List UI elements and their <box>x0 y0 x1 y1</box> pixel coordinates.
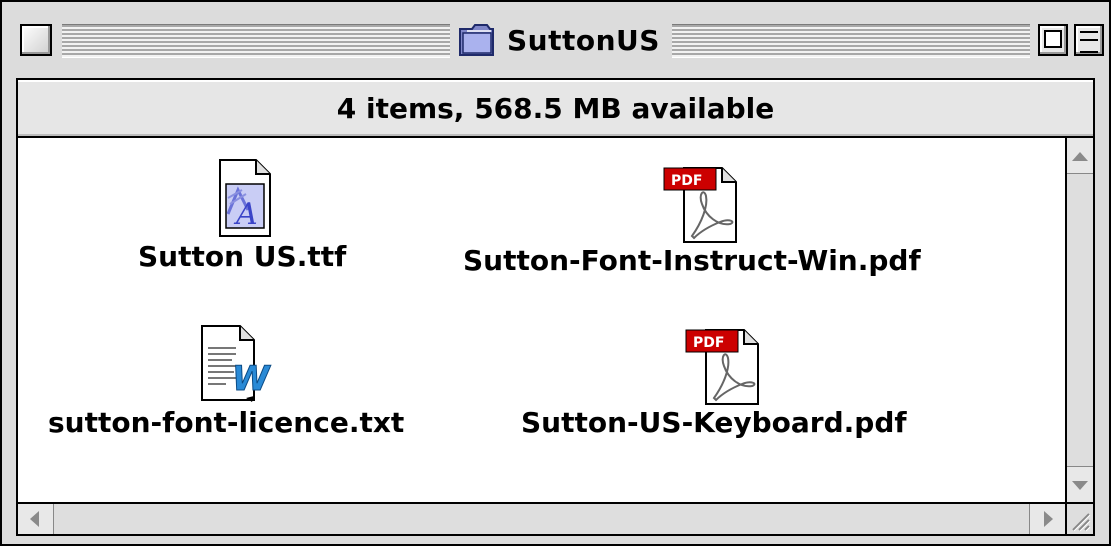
svg-text:A: A <box>233 197 258 232</box>
scroll-up-button[interactable] <box>1067 138 1093 174</box>
left-arrow-icon <box>30 511 39 527</box>
resize-grow-box[interactable] <box>1065 502 1095 536</box>
item-count-status: 4 items, 568.5 MB available <box>336 91 775 125</box>
resize-grip-icon <box>1072 513 1091 532</box>
pdf-file-icon: PDF <box>662 162 737 243</box>
scroll-down-button[interactable] <box>1067 466 1093 502</box>
file-item-label: Sutton-Font-Instruct-Win.pdf <box>463 244 921 277</box>
word-text-file-icon: W <box>196 324 272 402</box>
file-item-label: sutton-font-licence.txt <box>48 406 405 439</box>
file-item-sutton-us-ttf[interactable]: A Sutton US.ttf <box>138 158 346 273</box>
scroll-right-button[interactable] <box>1029 504 1065 534</box>
vertical-scrollbar[interactable] <box>1065 138 1095 502</box>
finder-window: SuttonUS 4 items, 568.5 MB available A S… <box>0 0 1111 546</box>
info-header: 4 items, 568.5 MB available <box>16 78 1095 138</box>
title-bar-stripes-right <box>672 24 1030 58</box>
down-arrow-icon <box>1072 481 1088 490</box>
file-item-sutton-us-keyboard-pdf[interactable]: PDF Sutton-US-Keyboard.pdf <box>521 324 907 439</box>
horizontal-scrollbar[interactable] <box>16 502 1065 536</box>
scroll-left-button[interactable] <box>18 504 54 534</box>
window-title: SuttonUS <box>457 18 667 62</box>
close-box-button[interactable] <box>20 24 52 56</box>
collapse-box-button[interactable] <box>1074 24 1104 56</box>
pdf-badge-text: PDF <box>693 335 724 351</box>
right-arrow-icon <box>1044 511 1053 527</box>
title-bar[interactable]: SuttonUS <box>2 2 1109 78</box>
up-arrow-icon <box>1072 152 1088 161</box>
font-file-icon: A <box>212 158 272 237</box>
file-item-sutton-font-licence-txt[interactable]: W sutton-font-licence.txt <box>48 324 404 439</box>
pdf-badge-text: PDF <box>671 173 702 189</box>
svg-text:W: W <box>232 359 271 399</box>
title-bar-stripes-left <box>62 24 450 58</box>
pdf-file-icon: PDF <box>684 324 759 405</box>
file-item-label: Sutton-US-Keyboard.pdf <box>521 406 907 439</box>
zoom-box-button[interactable] <box>1038 24 1068 56</box>
file-item-sutton-font-instruct-win-pdf[interactable]: PDF Sutton-Font-Instruct-Win.pdf <box>463 162 921 277</box>
file-item-label: Sutton US.ttf <box>138 240 347 273</box>
folder-content: A Sutton US.ttf PDF Sutton-Font-Instruct… <box>16 138 1065 502</box>
window-title-text: SuttonUS <box>507 23 660 57</box>
folder-icon <box>457 21 497 59</box>
